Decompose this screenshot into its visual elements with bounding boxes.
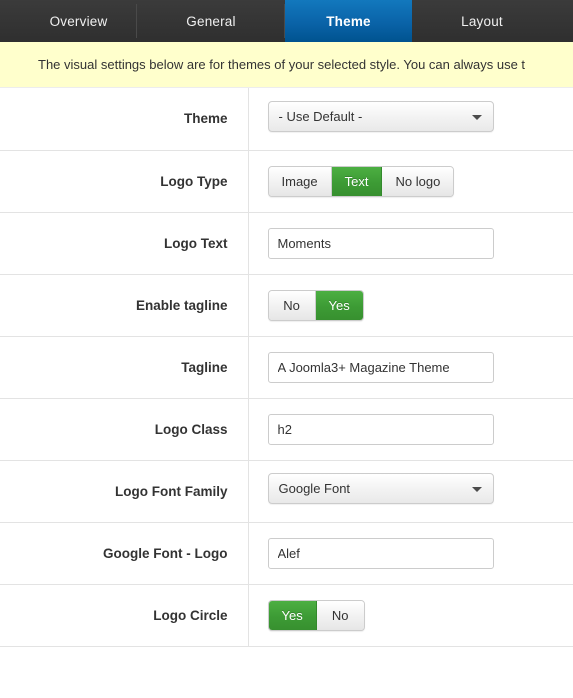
- field-label-logo-circle: Logo Circle: [0, 584, 249, 646]
- tab-layout[interactable]: Layout: [412, 0, 552, 42]
- field-cell-tagline: [248, 336, 573, 398]
- theme-select-value: - Use Default -: [278, 108, 363, 124]
- field-cell-logo-text: [248, 212, 573, 274]
- table-row: Logo Circle Yes No: [0, 584, 573, 646]
- google-font-logo-input[interactable]: [267, 537, 494, 569]
- table-row: Logo Text: [0, 212, 573, 274]
- field-cell-logo-type: Image Text No logo: [248, 150, 573, 212]
- tab-bar: Overview General Theme Layout: [0, 0, 573, 42]
- logo-circle-button-group: Yes No: [267, 599, 365, 631]
- tab-bar-left-spacer: [0, 0, 20, 42]
- field-label-tagline: Tagline: [0, 336, 249, 398]
- field-cell-theme: - Use Default -: [248, 88, 573, 150]
- logo-type-option-image[interactable]: Image: [268, 166, 332, 196]
- logo-font-family-select-value: Google Font: [278, 481, 351, 496]
- logo-type-option-text[interactable]: Text: [331, 166, 383, 196]
- theme-settings-rows: Theme - Use Default - Logo Type Image Te…: [0, 88, 573, 646]
- field-label-logo-text: Logo Text: [0, 212, 249, 274]
- logo-font-family-select[interactable]: Google Font: [267, 473, 494, 504]
- logo-class-input[interactable]: [267, 413, 494, 445]
- enable-tagline-option-no[interactable]: No: [268, 290, 316, 320]
- tagline-input[interactable]: [267, 351, 494, 383]
- field-cell-logo-font-family: Google Font: [248, 460, 573, 522]
- field-cell-google-font-logo: [248, 522, 573, 584]
- info-notice-bar: The visual settings below are for themes…: [0, 42, 573, 88]
- table-row: Logo Font Family Google Font: [0, 460, 573, 522]
- theme-settings-table: Theme - Use Default - Logo Type Image Te…: [0, 88, 573, 647]
- field-cell-logo-circle: Yes No: [248, 584, 573, 646]
- field-label-google-font-logo: Google Font - Logo: [0, 522, 249, 584]
- logo-type-button-group: Image Text No logo: [267, 165, 455, 197]
- tab-general-label: General: [186, 13, 236, 29]
- enable-tagline-option-yes[interactable]: Yes: [315, 290, 363, 320]
- logo-text-input[interactable]: [267, 227, 494, 259]
- logo-circle-option-yes[interactable]: Yes: [268, 600, 317, 630]
- field-cell-logo-class: [248, 398, 573, 460]
- chevron-down-icon: [471, 487, 482, 492]
- tab-layout-label: Layout: [461, 13, 503, 29]
- tab-overview[interactable]: Overview: [20, 0, 137, 42]
- table-row: Google Font - Logo: [0, 522, 573, 584]
- enable-tagline-button-group: No Yes: [267, 289, 364, 321]
- table-row: Tagline: [0, 336, 573, 398]
- tab-overview-label: Overview: [49, 13, 108, 29]
- field-label-logo-font-family: Logo Font Family: [0, 460, 249, 522]
- field-label-logo-type: Logo Type: [0, 150, 249, 212]
- field-label-enable-tagline: Enable tagline: [0, 274, 249, 336]
- tab-theme-label: Theme: [326, 13, 371, 29]
- field-label-logo-class: Logo Class: [0, 398, 249, 460]
- table-row: Theme - Use Default -: [0, 88, 573, 150]
- chevron-down-icon: [471, 114, 482, 120]
- tab-general[interactable]: General: [137, 0, 285, 42]
- logo-circle-option-no[interactable]: No: [316, 600, 364, 630]
- table-row: Enable tagline No Yes: [0, 274, 573, 336]
- table-row: Logo Class: [0, 398, 573, 460]
- tab-theme[interactable]: Theme: [285, 0, 412, 42]
- info-notice-text: The visual settings below are for themes…: [38, 57, 526, 72]
- field-cell-enable-tagline: No Yes: [248, 274, 573, 336]
- field-label-theme: Theme: [0, 88, 249, 150]
- table-row: Logo Type Image Text No logo: [0, 150, 573, 212]
- logo-type-option-no-logo[interactable]: No logo: [382, 166, 454, 196]
- theme-select[interactable]: - Use Default -: [267, 100, 494, 132]
